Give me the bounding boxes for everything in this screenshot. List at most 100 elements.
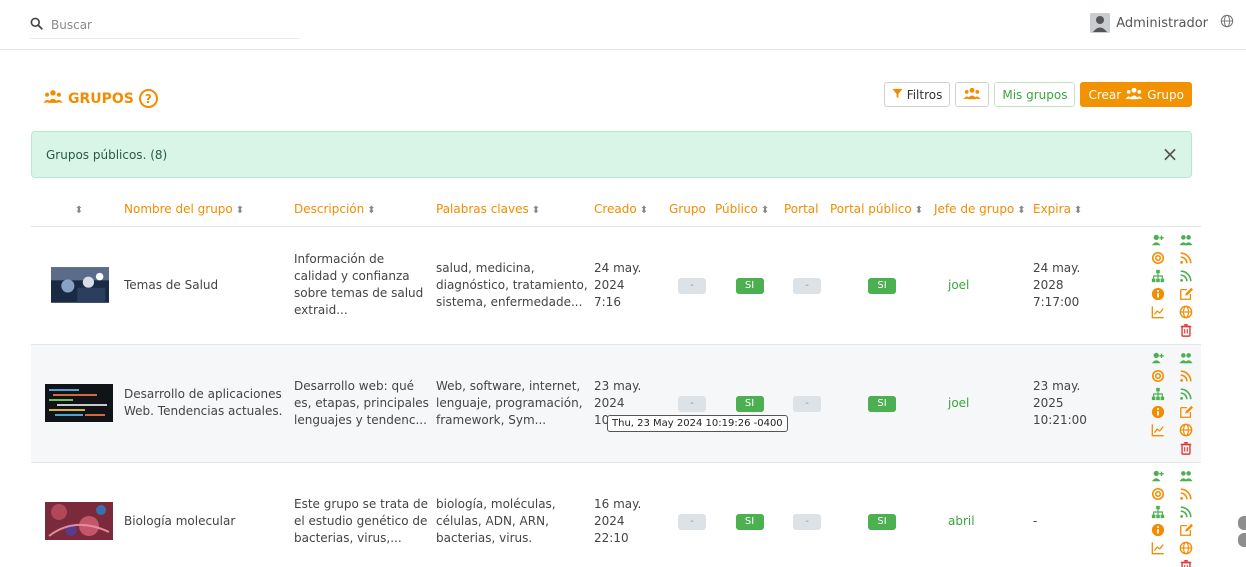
create-group-button[interactable]: Crear Grupo: [1080, 82, 1192, 107]
user-name[interactable]: Administrador: [1116, 16, 1208, 31]
language-globe-icon[interactable]: [1220, 14, 1234, 32]
column-header-created[interactable]: Creado ⬍: [594, 193, 669, 226]
create-label: Crear: [1088, 87, 1122, 102]
feed-icon[interactable]: [1177, 386, 1195, 402]
user-avatar-icon: [1090, 13, 1111, 33]
search-bar: [30, 12, 300, 39]
side-handle[interactable]: [1238, 533, 1246, 547]
hierarchy-icon[interactable]: [1149, 386, 1167, 402]
groups-table: ⬍ Nombre del grupo ⬍ Descripción ⬍ Palabra…: [31, 193, 1201, 567]
group-expires: -: [1033, 513, 1038, 528]
column-header-actions: [1115, 193, 1201, 226]
group-badge: -: [678, 514, 706, 531]
column-header-image[interactable]: ⬍: [31, 193, 124, 226]
alert-text: Grupos públicos. (8): [46, 147, 168, 162]
target-icon[interactable]: [1149, 368, 1167, 384]
chart-icon[interactable]: [1149, 540, 1167, 556]
column-header-description[interactable]: Descripción ⬍: [294, 193, 436, 226]
public-badge: SI: [735, 278, 764, 294]
group-thumbnail-biology[interactable]: [45, 502, 113, 541]
groups-icon: [43, 89, 63, 108]
filters-button[interactable]: Filtros: [883, 82, 951, 107]
group-name[interactable]: Temas de Salud: [124, 226, 294, 344]
top-bar: Administrador: [0, 0, 1246, 50]
sort-icon[interactable]: ⬍: [236, 205, 244, 216]
column-header-portal: Portal: [784, 202, 819, 217]
add-member-icon[interactable]: [1149, 468, 1167, 484]
target-icon[interactable]: [1149, 486, 1167, 502]
table-header-row: ⬍ Nombre del grupo ⬍ Descripción ⬍ Palabra…: [31, 193, 1201, 226]
rss-icon[interactable]: [1177, 368, 1195, 384]
sort-icon[interactable]: ⬍: [367, 205, 375, 216]
search-input[interactable]: [51, 18, 281, 32]
column-header-leader[interactable]: Jefe de grupo ⬍: [934, 193, 1033, 226]
public-badge: SI: [735, 514, 764, 531]
group-thumbnail-health[interactable]: [51, 266, 109, 304]
column-header-expires[interactable]: Expira ⬍: [1033, 193, 1115, 226]
group-leader-link[interactable]: joel: [948, 278, 969, 292]
members-icon[interactable]: [1177, 232, 1195, 248]
public-portal-badge: SI: [868, 278, 896, 294]
group-created: 24 may. 2024 7:16: [594, 260, 642, 309]
sort-icon[interactable]: ⬍: [532, 205, 540, 216]
group-name[interactable]: Biología molecular: [124, 462, 294, 567]
delete-icon[interactable]: [1177, 558, 1195, 567]
info-icon[interactable]: [1149, 522, 1167, 538]
user-menu[interactable]: Administrador: [1090, 13, 1234, 33]
page-title: GRUPOS: [68, 90, 134, 107]
edit-icon[interactable]: [1177, 522, 1195, 538]
rss-icon[interactable]: [1177, 250, 1195, 266]
sort-icon[interactable]: ⬍: [915, 205, 923, 216]
globe-icon[interactable]: [1177, 422, 1195, 438]
chart-icon[interactable]: [1149, 422, 1167, 438]
filters-label: Filtros: [906, 87, 943, 102]
chart-icon[interactable]: [1149, 304, 1167, 320]
column-header-group: Grupo: [669, 202, 706, 217]
column-header-public-portal[interactable]: Portal público ⬍: [830, 193, 934, 226]
rss-icon[interactable]: [1177, 486, 1195, 502]
add-member-icon[interactable]: [1149, 232, 1167, 248]
group-keywords: biología, moléculas, células, ADN, ARN, …: [436, 496, 556, 545]
members-icon[interactable]: [1177, 468, 1195, 484]
info-icon[interactable]: [1149, 286, 1167, 302]
hierarchy-icon[interactable]: [1149, 504, 1167, 520]
globe-icon[interactable]: [1177, 304, 1195, 320]
portal-badge: -: [793, 396, 821, 412]
delete-icon[interactable]: [1177, 440, 1195, 456]
close-icon[interactable]: ×: [1161, 144, 1179, 164]
group-description: Desarrollo web: qué es, etapas, principa…: [294, 378, 429, 427]
table-row: Biología molecular Este grupo se trata d…: [31, 462, 1201, 567]
target-icon[interactable]: [1149, 250, 1167, 266]
row-actions: [1115, 350, 1201, 456]
edit-icon[interactable]: [1177, 404, 1195, 420]
groups-filter-button[interactable]: [955, 82, 990, 107]
hierarchy-icon[interactable]: [1149, 268, 1167, 284]
group-name[interactable]: Desarrollo de aplicaciones Web. Tendenci…: [124, 344, 294, 462]
my-groups-button[interactable]: Mis grupos: [994, 82, 1076, 107]
column-header-keywords[interactable]: Palabras claves ⬍: [436, 193, 594, 226]
sort-icon[interactable]: ⬍: [1074, 205, 1082, 216]
add-member-icon[interactable]: [1149, 350, 1167, 366]
sort-icon[interactable]: ⬍: [640, 205, 648, 216]
info-icon[interactable]: [1149, 404, 1167, 420]
group-leader-link[interactable]: abril: [948, 514, 975, 528]
sort-icon[interactable]: ⬍: [75, 205, 83, 216]
members-icon[interactable]: [1177, 350, 1195, 366]
group-keywords: salud, medicina, diagnóstico, tratamient…: [436, 260, 588, 309]
feed-icon[interactable]: [1177, 268, 1195, 284]
delete-icon[interactable]: [1177, 322, 1195, 338]
search-icon[interactable]: [30, 17, 43, 33]
feed-icon[interactable]: [1177, 504, 1195, 520]
groups-icon: [1125, 87, 1143, 103]
side-handle[interactable]: [1238, 516, 1246, 530]
sort-icon[interactable]: ⬍: [761, 205, 769, 216]
group-keywords: Web, software, internet, lenguaje, progr…: [436, 378, 583, 427]
group-thumbnail-webdev[interactable]: [45, 384, 113, 422]
globe-icon[interactable]: [1177, 540, 1195, 556]
column-header-public[interactable]: Público ⬍: [715, 193, 784, 226]
help-icon[interactable]: ?: [138, 89, 158, 108]
edit-icon[interactable]: [1177, 286, 1195, 302]
column-header-name[interactable]: Nombre del grupo ⬍: [124, 193, 294, 226]
sort-icon[interactable]: ⬍: [1017, 205, 1025, 216]
group-leader-link[interactable]: joel: [948, 396, 969, 410]
